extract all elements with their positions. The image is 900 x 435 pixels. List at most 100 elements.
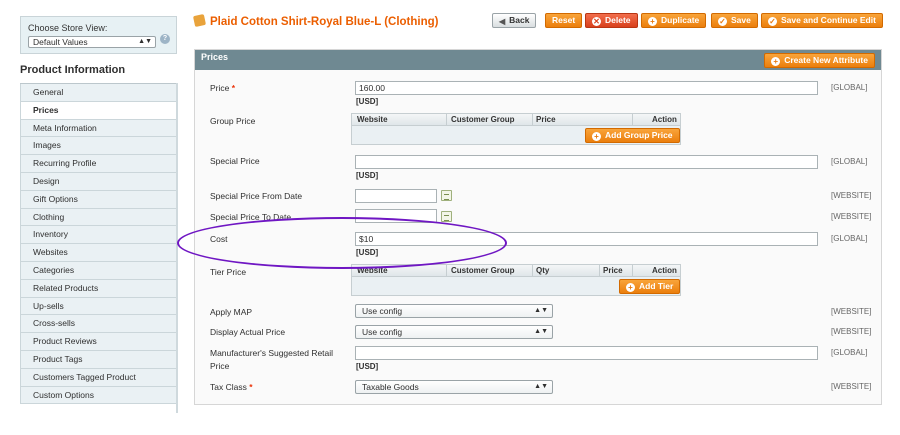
save-continue-button-label: Save and Continue Edit — [781, 15, 876, 25]
back-button-label: Back — [509, 15, 530, 25]
special-from-input[interactable] — [355, 189, 437, 203]
save-button-label: Save — [731, 15, 751, 25]
price-input[interactable]: 160.00 — [355, 81, 818, 95]
special-to-scope: [WEBSITE] — [831, 212, 872, 221]
tier-price-grid: Website Customer Group Qty Price Action … — [351, 264, 681, 296]
add-tier-label: Add Tier — [639, 281, 674, 291]
tier-price-header: Website Customer Group Qty Price Action — [352, 265, 680, 277]
store-view-switcher: Choose Store View: Default Values ▲▼ — [20, 16, 177, 54]
select-arrows-icon: ▲▼ — [534, 328, 548, 335]
tab-websites[interactable]: Websites — [20, 244, 177, 262]
tab-recurring-profile[interactable]: Recurring Profile — [20, 155, 177, 173]
msrp-input[interactable] — [355, 346, 818, 360]
apply-map-select[interactable]: Use config ▲▼ — [355, 304, 553, 318]
special-price-label: Special Price — [210, 156, 260, 166]
cost-input[interactable]: $10 — [355, 232, 818, 246]
msrp-label-line1: Manufacturer's Suggested Retail — [210, 348, 334, 358]
col-customer-group: Customer Group — [451, 115, 515, 124]
reset-button[interactable]: Reset — [545, 13, 583, 28]
reset-button-label: Reset — [552, 15, 576, 25]
delete-icon: ✕ — [592, 17, 601, 26]
plus-icon: + — [771, 57, 781, 66]
tax-class-label: Tax Class * — [210, 381, 253, 394]
apply-map-label: Apply MAP — [210, 307, 253, 317]
required-marker: * — [231, 83, 236, 93]
tab-up-sells[interactable]: Up-sells — [20, 297, 177, 316]
tab-product-tags[interactable]: Product Tags — [20, 350, 177, 369]
price-label-text: Price — [210, 83, 230, 93]
tab-general[interactable]: General — [20, 84, 177, 102]
group-price-header: Website Customer Group Price Action — [352, 114, 680, 126]
check-icon: ✓ — [718, 17, 727, 26]
create-attribute-label: Create New Attribute — [784, 55, 868, 65]
tab-inventory[interactable]: Inventory — [20, 226, 177, 245]
back-arrow-icon: ◀ — [499, 17, 506, 26]
plus-icon: + — [626, 283, 635, 292]
create-attribute-button[interactable]: + Create New Attribute — [764, 53, 875, 68]
special-price-input[interactable] — [355, 155, 818, 169]
tax-class-scope: [WEBSITE] — [831, 382, 872, 391]
tab-clothing[interactable]: Clothing — [20, 208, 177, 227]
display-actual-price-select[interactable]: Use config ▲▼ — [355, 325, 553, 339]
cost-label: Cost — [210, 234, 228, 244]
tab-gift-options[interactable]: Gift Options — [20, 190, 177, 209]
select-arrows-icon: ▲▼ — [534, 383, 548, 390]
tax-class-label-text: Tax Class — [210, 382, 247, 392]
calendar-icon[interactable] — [441, 190, 452, 201]
msrp-label-line2: Price — [210, 361, 230, 371]
tier-price-footer: + Add Tier — [352, 277, 681, 295]
store-view-select[interactable]: Default Values ▲▼ — [28, 36, 156, 48]
col-website: Website — [357, 266, 388, 275]
save-button[interactable]: ✓ Save — [711, 13, 758, 28]
tier-price-label: Tier Price — [210, 267, 247, 277]
tab-design[interactable]: Design — [20, 172, 177, 191]
tab-prices[interactable]: Prices — [20, 101, 177, 120]
tab-cross-sells[interactable]: Cross-sells — [20, 315, 177, 334]
tab-customers-tagged-product[interactable]: Customers Tagged Product — [20, 368, 177, 387]
display-actual-price-label: Display Actual Price — [210, 327, 286, 337]
special-price-scope: [GLOBAL] — [831, 157, 868, 166]
tab-meta-information[interactable]: Meta Information — [20, 119, 177, 138]
tax-class-selected: Taxable Goods — [362, 382, 419, 392]
add-group-price-label: Add Group Price — [605, 130, 673, 140]
special-from-label: Special Price From Date — [210, 191, 303, 201]
sidebar-divider — [176, 83, 178, 413]
add-tier-button[interactable]: + Add Tier — [619, 279, 681, 294]
tax-class-select[interactable]: Taxable Goods ▲▼ — [355, 380, 553, 394]
special-from-scope: [WEBSITE] — [831, 191, 872, 200]
col-action: Action — [652, 115, 677, 124]
special-price-currency: [USD] — [356, 171, 379, 180]
price-label: Price * — [210, 82, 235, 95]
tab-custom-options[interactable]: Custom Options — [20, 386, 177, 405]
col-customer-group: Customer Group — [451, 266, 515, 275]
cost-currency: [USD] — [356, 248, 379, 257]
special-to-input[interactable] — [355, 209, 437, 223]
save-continue-button[interactable]: ✓ Save and Continue Edit — [761, 13, 883, 28]
apply-map-scope: [WEBSITE] — [831, 307, 872, 316]
sidebar-title: Product Information — [20, 64, 126, 76]
group-price-grid: Website Customer Group Price Action + Add… — [351, 113, 681, 145]
duplicate-button[interactable]: + Duplicate — [641, 13, 707, 28]
msrp-label: Manufacturer's Suggested Retail Price — [210, 347, 333, 373]
msrp-scope: [GLOBAL] — [831, 348, 868, 357]
calendar-icon[interactable] — [441, 211, 452, 222]
add-group-price-button[interactable]: + Add Group Price — [585, 128, 680, 143]
prices-panel: Prices + Create New Attribute Price * 160… — [194, 49, 882, 405]
page-title: Plaid Cotton Shirt-Royal Blue-L (Clothin… — [210, 16, 439, 28]
col-action: Action — [652, 266, 677, 275]
tab-images[interactable]: Images — [20, 137, 177, 156]
plus-icon: + — [592, 132, 601, 141]
delete-button[interactable]: ✕ Delete — [585, 13, 638, 28]
tab-related-products[interactable]: Related Products — [20, 279, 177, 298]
col-qty: Qty — [536, 266, 550, 275]
tab-product-reviews[interactable]: Product Reviews — [20, 333, 177, 351]
select-arrows-icon: ▲▼ — [138, 38, 152, 45]
select-arrows-icon: ▲▼ — [534, 307, 548, 314]
col-price: Price — [603, 266, 623, 275]
group-price-footer: + Add Group Price — [352, 126, 680, 144]
store-view-label: Choose Store View: — [28, 23, 108, 33]
tab-categories[interactable]: Categories — [20, 261, 177, 280]
panel-title: Prices — [201, 52, 229, 62]
back-button[interactable]: ◀ Back — [492, 13, 537, 28]
help-icon[interactable]: ? — [160, 34, 170, 44]
